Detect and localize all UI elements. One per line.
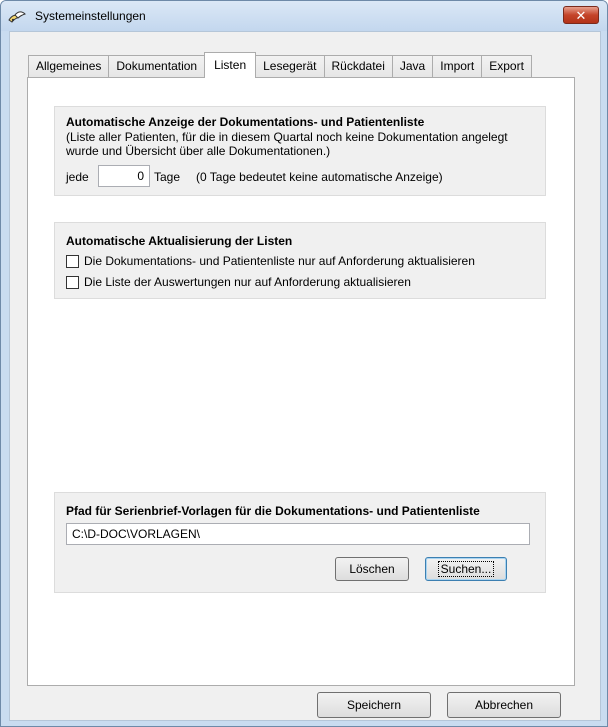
auto-refresh-title: Automatische Aktualisierung der Listen (66, 234, 293, 248)
tab-export[interactable]: Export (481, 55, 532, 78)
auto-display-description: (Liste aller Patienten, für die in diese… (66, 130, 508, 158)
template-path-group: Pfad für Serienbrief-Vorlagen für die Do… (54, 492, 546, 593)
refresh-evaluations-checkbox[interactable] (66, 276, 79, 289)
template-path-title: Pfad für Serienbrief-Vorlagen für die Do… (66, 504, 480, 518)
refresh-doc-list-checkbox[interactable] (66, 255, 79, 268)
save-button[interactable]: Speichern (317, 692, 431, 718)
app-icon (7, 9, 27, 25)
auto-display-group: Automatische Anzeige der Dokumentations-… (54, 106, 546, 196)
delete-path-button[interactable]: Löschen (335, 557, 409, 581)
days-input[interactable]: 0 (98, 165, 150, 187)
tab-listen[interactable]: Listen (204, 52, 257, 78)
tab-java[interactable]: Java (391, 55, 434, 78)
refresh-evaluations-label[interactable]: Die Liste der Auswertungen nur auf Anfor… (84, 275, 411, 289)
tab-panel-listen: Automatische Anzeige der Dokumentations-… (27, 77, 575, 686)
auto-refresh-group: Automatische Aktualisierung der Listen D… (54, 222, 546, 299)
days-suffix-label: Tage (154, 170, 181, 184)
tab-import[interactable]: Import (432, 55, 483, 78)
window-title: Systemeinstellungen (35, 9, 146, 23)
days-prefix-label: jede (66, 170, 89, 184)
close-icon: ✕ (575, 8, 587, 23)
refresh-doc-list-label[interactable]: Die Dokumentations- und Patientenliste n… (84, 254, 475, 268)
search-path-button[interactable]: Suchen... (425, 557, 507, 581)
title-bar: Systemeinstellungen ✕ (1, 1, 607, 31)
tab-allgemeines[interactable]: Allgemeines (28, 55, 110, 78)
settings-window: Systemeinstellungen ✕ Allgemeines Dokume… (0, 0, 608, 727)
tab-dokumentation[interactable]: Dokumentation (108, 55, 206, 78)
days-hint: (0 Tage bedeutet keine automatische Anze… (196, 170, 443, 184)
close-button[interactable]: ✕ (563, 6, 599, 24)
tab-lesegeraet[interactable]: Lesegerät (255, 55, 325, 78)
auto-display-title: Automatische Anzeige der Dokumentations-… (66, 115, 425, 129)
tab-bar: Allgemeines Dokumentation Listen Leseger… (28, 52, 532, 78)
tab-rueckdatei[interactable]: Rückdatei (323, 55, 393, 78)
template-path-input[interactable]: C:\D-DOC\VORLAGEN\ (66, 523, 530, 545)
search-path-button-label: Suchen... (437, 561, 495, 577)
cancel-button[interactable]: Abbrechen (447, 692, 561, 718)
